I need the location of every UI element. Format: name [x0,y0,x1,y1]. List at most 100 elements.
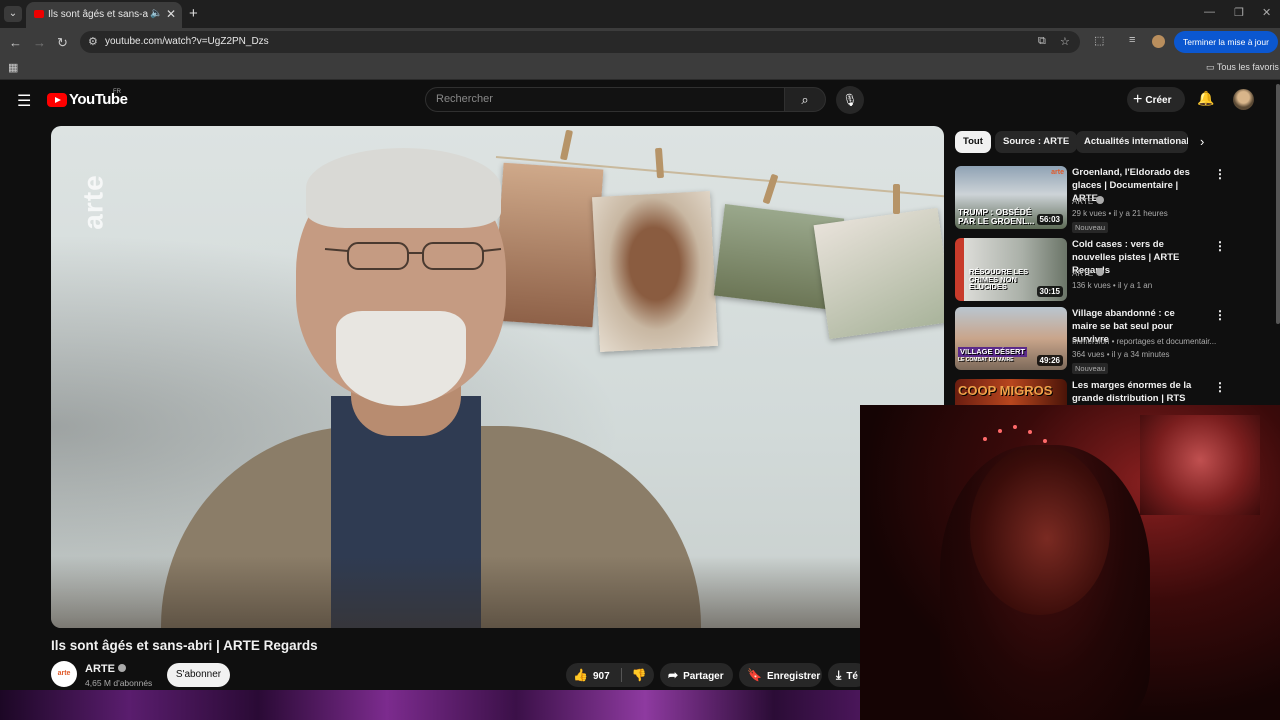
new-badge: Nouveau [1072,363,1109,374]
plus-icon: + [1133,91,1143,108]
bookmarks-bar [0,56,1280,80]
install-app-icon[interactable]: ⧉ [1038,35,1046,48]
hanging-photo [592,191,718,352]
window-close-icon[interactable]: ✕ [1262,6,1271,19]
search-button[interactable]: ⌕ [784,87,826,112]
bookmarks-folder-label: Tous les favoris [1216,62,1279,72]
more-options-icon[interactable]: ⋮ [1214,308,1226,322]
more-options-icon[interactable]: ⋮ [1214,239,1226,253]
rec-thumbnail[interactable]: TRUMP : OBSÉDÉ PAR LE GROENL... arte 56:… [955,166,1067,229]
like-separator [621,668,622,682]
tab-title: Ils sont âgés et sans-abri | ARTE [48,9,148,20]
rec-thumbnail[interactable]: RÉSOUDRE LES CRIMES NON ÉLUCIDÉS 30:15 [955,238,1067,301]
bottom-overlay-graphic [0,690,860,720]
tab-search-icon[interactable]: ⌄ [4,6,22,22]
interviewee-hair [306,148,501,228]
reload-icon[interactable]: ↻ [57,35,68,51]
bookmark-icon: 🔖 [747,668,762,682]
bookmark-star-icon[interactable]: ☆ [1060,35,1070,48]
update-button[interactable]: Terminer la mise à jour [1174,31,1278,53]
share-button[interactable]: ➦ Partager [660,663,733,687]
duration-badge: 56:03 [1036,214,1063,225]
like-dislike-group: 👍 907 👎 [566,663,654,687]
share-icon: ➦ [668,668,679,682]
arte-watermark: arte [77,174,109,230]
browser-profile-avatar[interactable] [1152,35,1165,48]
like-count: 907 [592,671,610,682]
share-label: Partager [683,671,724,682]
more-options-icon[interactable]: ⋮ [1214,167,1226,181]
dislike-button[interactable]: 👎 [624,663,654,687]
new-tab-icon[interactable]: + [189,5,198,22]
clothespin [893,184,900,214]
arte-thumb-logo: arte [1051,169,1064,176]
folder-icon: ▭ [1206,62,1215,72]
thumbnail-text: VILLAGE DÉSERT [958,347,1028,357]
rec-channel[interactable]: ARTE [1072,196,1105,206]
subscriber-count: 4,65 M d'abonnés [85,678,153,688]
verified-badge-icon [117,664,126,672]
create-button[interactable]: + Créer [1127,87,1185,112]
download-label: Té [846,671,858,682]
rec-meta: 136 k vues • il y a 1 an [1072,281,1153,290]
channel-name[interactable]: ARTE [85,663,126,675]
chip-source-arte[interactable]: Source : ARTE [995,131,1078,153]
more-options-icon[interactable]: ⋮ [1214,380,1226,394]
create-label: Créer [1145,95,1172,106]
search-input[interactable] [436,93,766,105]
all-bookmarks-folder[interactable]: ▭ Tous les favoris [1206,62,1279,73]
maximize-icon[interactable]: ❐ [1234,6,1244,19]
hanging-photo [492,162,604,328]
video-player[interactable]: arte [51,126,944,628]
channel-logo[interactable]: arte [51,661,77,687]
forward-icon[interactable]: → [33,35,46,50]
search-box[interactable] [425,87,785,112]
youtube-favicon-icon [34,10,44,18]
save-button[interactable]: 🔖 Enregistrer [739,663,822,687]
tab-close-icon[interactable]: ✕ [166,7,176,21]
apps-grid-icon[interactable]: ▦ [8,61,18,74]
rec-channel[interactable]: ARTE [1072,268,1105,278]
thumbnail-text: TRUMP : OBSÉDÉ PAR LE GROENL... [958,207,1035,226]
new-badge: Nouveau [1072,222,1109,233]
account-avatar[interactable] [1233,89,1254,110]
interviewee-glasses [324,242,502,270]
duration-badge: 49:26 [1036,355,1063,366]
rec-title[interactable]: Les marges énormes de la grande distribu… [1072,379,1202,405]
chip-all[interactable]: Tout [955,131,991,153]
rec-thumbnail[interactable]: VILLAGE DÉSERT LE COMBAT DU MAIRE 49:26 [955,307,1067,370]
webcam-overlay [860,405,1280,720]
youtube-play-icon [47,93,67,107]
verified-badge-icon [1096,268,1105,276]
rec-channel-text: ARTE [1072,269,1094,278]
verified-badge-icon [1096,196,1105,204]
download-icon: ⤓ [836,668,842,682]
hanging-photo [813,207,944,340]
hamburger-menu-icon[interactable]: ☰ [17,91,31,111]
thumbs-down-icon: 👎 [631,668,647,682]
extensions-icon[interactable]: ⬚ [1094,34,1104,47]
site-info-icon[interactable]: ⚙ [88,35,98,48]
address-bar[interactable]: ⚙ youtube.com/watch?v=UgZ2PN_Dzs ⧉ ☆ [80,31,1080,53]
reading-list-icon[interactable]: ≡ [1129,34,1135,46]
subscribe-button[interactable]: S'abonner [167,663,230,687]
wall-poster [1140,415,1260,515]
notifications-bell-icon[interactable]: 🔔 [1197,90,1214,107]
like-button[interactable]: 👍 907 [566,663,620,687]
microphone-icon: 🎙 [842,93,858,107]
rec-meta: 29 k vues • il y a 21 heures [1072,209,1168,218]
minimize-icon[interactable]: — [1204,6,1215,18]
interviewee-beard [336,311,466,406]
thumbs-up-icon: 👍 [573,668,588,682]
rec-channel[interactable]: Immersion • reportages et documentair... [1072,337,1222,346]
thumbnail-subtext: LE COMBAT DU MAIRE [958,357,1014,363]
chip-international-news[interactable]: Actualités internationales [1076,131,1188,153]
url-text: youtube.com/watch?v=UgZ2PN_Dzs [105,36,269,47]
duration-badge: 30:15 [1036,286,1063,297]
chevron-right-icon[interactable]: › [1200,134,1204,149]
voice-search-button[interactable]: 🎙 [836,86,864,114]
page-scrollbar[interactable] [1276,84,1280,324]
browser-tab[interactable]: Ils sont âgés et sans-abri | ARTE 🔈 ✕ [26,2,182,28]
tab-audio-icon[interactable]: 🔈 [150,8,162,19]
back-icon[interactable]: ← [9,35,22,50]
